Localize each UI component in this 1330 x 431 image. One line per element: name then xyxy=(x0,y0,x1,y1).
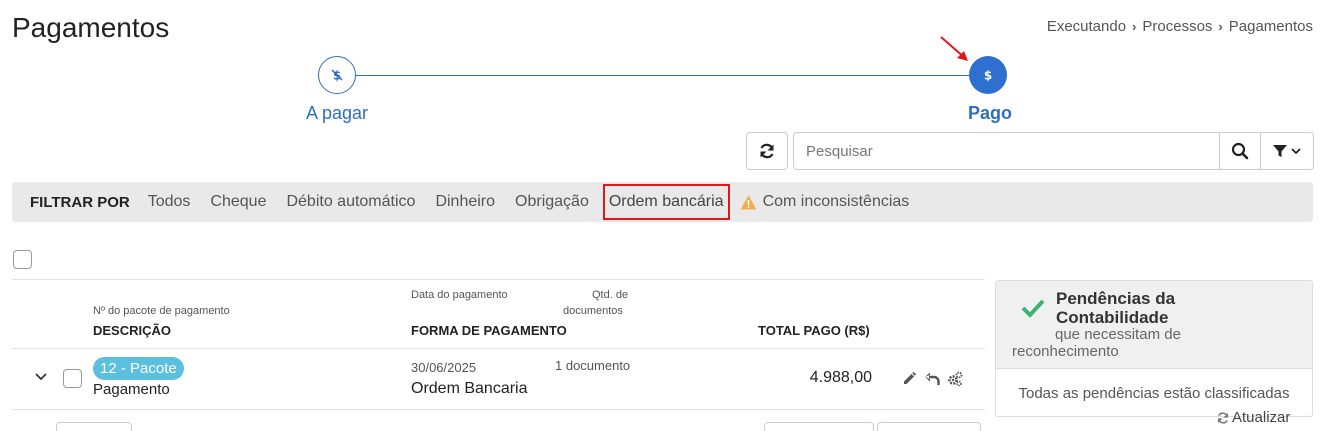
filter-dinheiro[interactable]: Dinheiro xyxy=(435,193,495,211)
page-size-select[interactable] xyxy=(56,422,132,431)
step-a-pagar[interactable]: $ xyxy=(318,56,356,94)
accounting-panel-subtitle-cont: reconhecimento xyxy=(1012,343,1119,360)
undo-reply-icon[interactable] xyxy=(924,371,940,387)
header-payment-method[interactable]: FORMA DE PAGAMENTO xyxy=(411,323,567,338)
filter-dropdown-button[interactable] xyxy=(1260,132,1314,170)
accounting-panel-message: Todas as pendências estão classificadas xyxy=(1018,385,1290,402)
refresh-icon xyxy=(760,143,774,159)
header-total-paid[interactable]: TOTAL PAGO (R$) xyxy=(758,323,870,338)
search-button[interactable] xyxy=(1219,132,1261,170)
filter-ordem-bancaria[interactable]: Ordem bancária xyxy=(602,184,730,220)
dollar-icon: $ xyxy=(984,69,992,83)
row-total-paid: 4.988,00 xyxy=(809,369,872,386)
step-pago[interactable]: $ xyxy=(969,56,1007,94)
filter-cheque[interactable]: Cheque xyxy=(210,193,266,211)
edit-pencil-icon[interactable] xyxy=(901,371,917,387)
chevron-down-icon xyxy=(1291,148,1301,155)
row-docs-count: 1 documento xyxy=(555,358,631,373)
check-icon xyxy=(1021,299,1045,318)
gears-icon[interactable] xyxy=(947,371,963,387)
divider xyxy=(12,348,985,349)
annotation-arrow-icon xyxy=(940,36,968,61)
row-description: Pagamento xyxy=(93,381,170,398)
svg-text:$: $ xyxy=(984,69,992,83)
dollar-slash-icon: $ xyxy=(331,69,343,83)
refresh-icon xyxy=(1217,411,1229,424)
filter-bar: FILTRAR POR Todos Cheque Débito automáti… xyxy=(12,182,1313,222)
warning-icon xyxy=(740,195,757,209)
filter-obrigacao[interactable]: Obrigação xyxy=(515,193,589,211)
row-payment-method: Ordem Bancaria xyxy=(411,380,528,397)
header-description[interactable]: DESCRIÇÃO xyxy=(93,323,171,338)
header-docs-qty-line2: documentos xyxy=(563,305,623,317)
accounting-refresh-label: Atualizar xyxy=(1232,409,1291,426)
accounting-panel-header: Pendências da Contabilidade que necessit… xyxy=(996,281,1312,369)
pager-previous-button[interactable] xyxy=(764,422,874,431)
row-payment-date: 30/06/2025 xyxy=(411,360,477,375)
filter-todos[interactable]: Todos xyxy=(148,193,191,211)
filter-com-inconsistencias[interactable]: Com inconsistências xyxy=(740,193,910,211)
refresh-button[interactable] xyxy=(746,132,788,170)
stepper-connector xyxy=(337,75,988,76)
filter-com-inconsistencias-label: Com inconsistências xyxy=(762,193,910,210)
row-checkbox[interactable] xyxy=(63,369,82,388)
accounting-pending-panel: Pendências da Contabilidade que necessit… xyxy=(995,280,1313,417)
search-input[interactable] xyxy=(793,132,1220,170)
filter-label: FILTRAR POR xyxy=(30,193,130,211)
payment-status-stepper: $ $ A pagar Pago xyxy=(0,0,1330,130)
package-badge[interactable]: 12 - Pacote xyxy=(93,357,184,380)
search-icon xyxy=(1231,142,1249,160)
select-all-checkbox[interactable] xyxy=(13,250,32,269)
accounting-panel-title: Pendências da Contabilidade xyxy=(1056,289,1176,327)
header-payment-date: Data do pagamento xyxy=(411,289,508,301)
divider xyxy=(12,279,985,280)
step-label-pago[interactable]: Pago xyxy=(968,103,1012,124)
header-package-number: Nº do pacote de pagamento xyxy=(93,305,230,317)
filter-icon xyxy=(1273,145,1287,157)
filter-debito-automatico[interactable]: Débito automático xyxy=(286,193,415,211)
header-docs-qty-line1: Qtd. de xyxy=(592,289,629,301)
chevron-down-icon[interactable] xyxy=(33,368,49,384)
accounting-refresh-link[interactable]: Atualizar xyxy=(1216,409,1290,426)
pager-next-button[interactable] xyxy=(877,422,981,431)
accounting-panel-subtitle: que necessitam de xyxy=(1055,326,1181,343)
divider xyxy=(12,409,985,410)
step-label-a-pagar[interactable]: A pagar xyxy=(306,103,368,124)
